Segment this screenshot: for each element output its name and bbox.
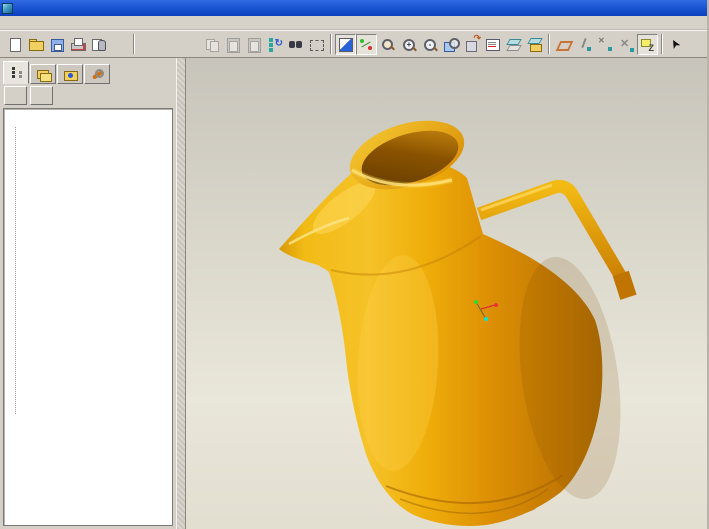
- toolbar: [0, 30, 707, 58]
- send-mail-button[interactable]: [109, 34, 130, 55]
- select-box-icon: [309, 37, 324, 52]
- modeltree-icon: [10, 66, 23, 79]
- orient-mode-button[interactable]: [377, 34, 398, 55]
- title-bar: [0, 0, 707, 16]
- open-icon: [28, 37, 43, 52]
- app-icon: [2, 3, 13, 14]
- layers-button[interactable]: [503, 34, 524, 55]
- print-config-button[interactable]: [88, 34, 109, 55]
- folders-icon: [37, 68, 50, 81]
- model-tree-toolbar: [0, 84, 176, 108]
- zoom-out-icon: [422, 37, 437, 52]
- csys-toggle-button[interactable]: [616, 34, 637, 55]
- refit-button[interactable]: [440, 34, 461, 55]
- undo-icon: [141, 37, 156, 52]
- datum-point-toggle-icon: [598, 37, 613, 52]
- zoom-out-button[interactable]: [419, 34, 440, 55]
- repaint-icon: [338, 37, 353, 52]
- datum-point-toggle-button[interactable]: [595, 34, 616, 55]
- send-mail-icon: [112, 37, 127, 52]
- folder-browser-tab[interactable]: [30, 64, 56, 84]
- paste-special-button[interactable]: [243, 34, 264, 55]
- annotation-toggle-icon: [640, 37, 655, 52]
- select-box-button[interactable]: [306, 34, 327, 55]
- model-tree: [3, 108, 173, 526]
- copy-button[interactable]: [201, 34, 222, 55]
- open-button[interactable]: [25, 34, 46, 55]
- annotation-toggle-button[interactable]: [637, 34, 658, 55]
- menu-bar: [0, 16, 707, 30]
- save-button[interactable]: [46, 34, 67, 55]
- connections-tab[interactable]: [84, 64, 110, 84]
- print-button[interactable]: [67, 34, 88, 55]
- print-icon: [70, 37, 85, 52]
- spin-center-icon: [359, 37, 374, 52]
- datum-plane-toggle-icon: [556, 37, 571, 52]
- toolbar-separator: [548, 34, 550, 54]
- select-arrow-icon: [669, 37, 684, 52]
- datum-axis-toggle-button[interactable]: [574, 34, 595, 55]
- paste-button[interactable]: [222, 34, 243, 55]
- spin-center-button[interactable]: [356, 34, 377, 55]
- datum-axis-toggle-icon: [577, 37, 592, 52]
- toolbar-separator: [330, 34, 332, 54]
- toolbar-separator: [133, 34, 135, 54]
- tree-guide-line: [15, 127, 16, 414]
- navigator-panel: [0, 58, 176, 529]
- copy-icon: [204, 37, 219, 52]
- cut-button[interactable]: [180, 34, 201, 55]
- orient-mode-icon: [380, 37, 395, 52]
- favorites-tab[interactable]: [57, 64, 83, 84]
- reorient-icon: [464, 37, 479, 52]
- redo-icon: [162, 37, 177, 52]
- undo-button[interactable]: [138, 34, 159, 55]
- paste-icon: [225, 37, 240, 52]
- favorites-icon: [64, 68, 77, 81]
- model-pitcher: [186, 58, 707, 529]
- refit-icon: [443, 37, 458, 52]
- proe-window: [0, 0, 709, 529]
- print-config-icon: [91, 37, 106, 52]
- toolbar-separator: [661, 34, 663, 54]
- paste-special-icon: [246, 37, 261, 52]
- layers-icon: [506, 37, 521, 52]
- reorient-button[interactable]: [461, 34, 482, 55]
- 3d-viewport[interactable]: [186, 58, 707, 529]
- new-file-icon: [7, 37, 22, 52]
- cut-icon: [183, 37, 198, 52]
- datum-plane-toggle-button[interactable]: [553, 34, 574, 55]
- find-button[interactable]: [285, 34, 306, 55]
- view-manager-icon: [527, 37, 542, 52]
- model-tree-tab[interactable]: [3, 61, 29, 84]
- new-file-button[interactable]: [4, 34, 25, 55]
- view-manager-button[interactable]: [524, 34, 545, 55]
- saved-views-icon: [485, 37, 500, 52]
- saved-views-button[interactable]: [482, 34, 503, 55]
- save-icon: [49, 37, 64, 52]
- regenerate-button[interactable]: [264, 34, 285, 55]
- select-arrow-button[interactable]: [666, 34, 687, 55]
- navigator-tabs: [0, 58, 176, 84]
- settings-dropdown-button[interactable]: [30, 86, 53, 105]
- main-area: [0, 58, 707, 529]
- csys-toggle-icon: [619, 37, 634, 52]
- show-dropdown-button[interactable]: [4, 86, 27, 105]
- find-icon: [288, 37, 303, 52]
- redo-button[interactable]: [159, 34, 180, 55]
- connections-icon: [91, 68, 104, 81]
- regenerate-icon: [267, 37, 282, 52]
- repaint-button[interactable]: [335, 34, 356, 55]
- zoom-in-button[interactable]: [398, 34, 419, 55]
- zoom-in-icon: [401, 37, 416, 52]
- panel-splitter[interactable]: [176, 58, 186, 529]
